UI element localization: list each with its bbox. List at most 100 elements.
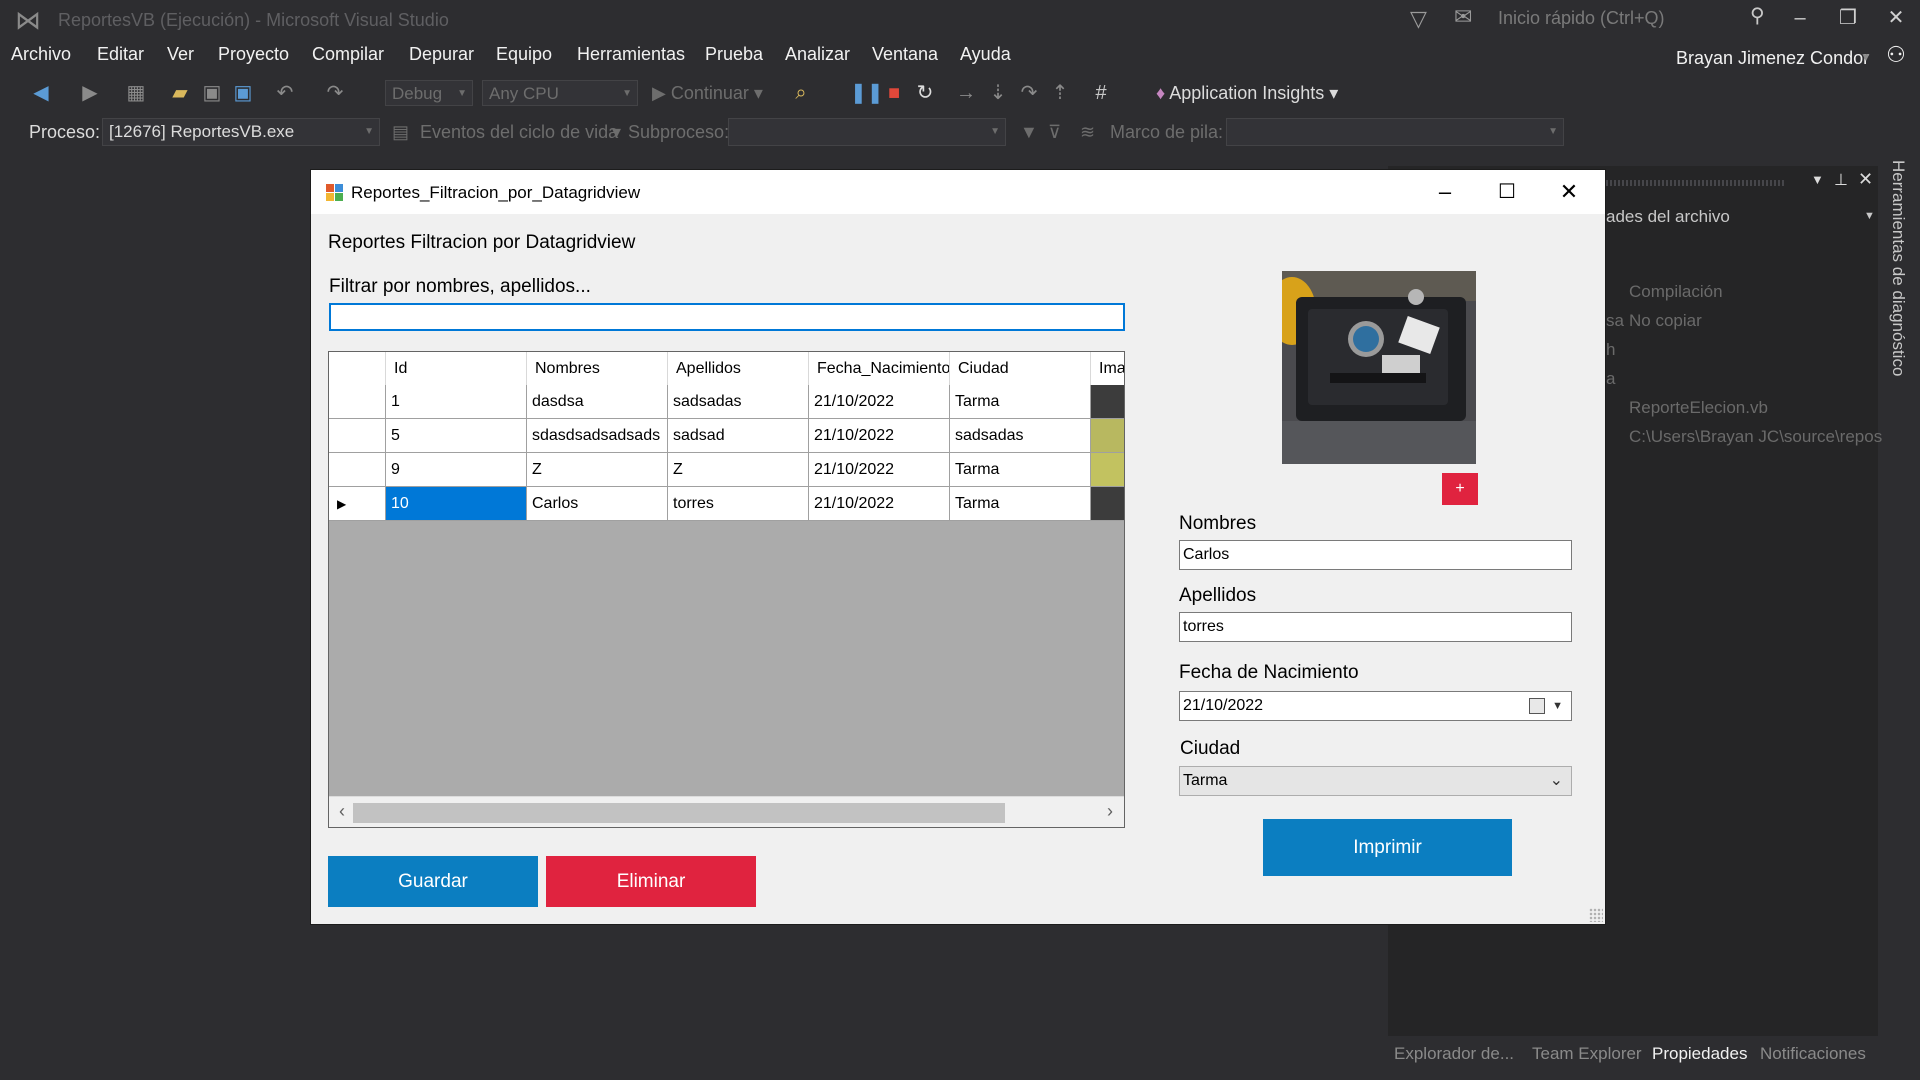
cell-nombres[interactable]: Carlos: [527, 487, 668, 521]
stack-frame-select[interactable]: ▼: [1226, 118, 1564, 146]
eliminar-button[interactable]: Eliminar: [546, 856, 756, 907]
grid-corner-header[interactable]: [329, 352, 386, 385]
guardar-button[interactable]: Guardar: [328, 856, 538, 907]
nombres-field[interactable]: Carlos: [1179, 540, 1572, 570]
redo-icon[interactable]: ↷: [322, 78, 348, 108]
menu-editar[interactable]: Editar: [97, 44, 144, 65]
menu-ventana[interactable]: Ventana: [872, 44, 938, 65]
column-header-ciudad[interactable]: Ciudad: [950, 352, 1091, 385]
current-row-marker-icon[interactable]: ▶: [329, 487, 386, 521]
cell-fecha[interactable]: 21/10/2022: [809, 385, 950, 419]
menu-ver[interactable]: Ver: [167, 44, 194, 65]
cell-apellidos[interactable]: sadsadas: [668, 385, 809, 419]
search-icon[interactable]: ⚲: [1750, 3, 1765, 28]
toggle-flag-icon[interactable]: ⊽: [1048, 122, 1061, 143]
continue-button[interactable]: ▶ Continuar ▾: [652, 78, 770, 108]
add-photo-button[interactable]: +: [1442, 473, 1478, 505]
feedback-icon[interactable]: ✉: [1454, 4, 1472, 30]
signed-in-user[interactable]: Brayan Jimenez Condor: [1676, 48, 1869, 69]
column-header-fecha-nacimiento[interactable]: Fecha_Nacimiento: [809, 352, 950, 385]
table-row-selected[interactable]: ▶ 10 Carlos torres 21/10/2022 Tarma: [329, 487, 1124, 521]
table-row[interactable]: 5 sdasdsadsadsads sadsad 21/10/2022 sads…: [329, 419, 1124, 453]
ciudad-select[interactable]: Tarma ⌄: [1179, 766, 1572, 796]
restart-icon[interactable]: ↻: [912, 78, 938, 108]
close-icon[interactable]: ✕: [1876, 4, 1916, 32]
scrollbar-thumb[interactable]: [353, 803, 1005, 823]
minimize-icon[interactable]: –: [1419, 176, 1471, 208]
quick-launch-input[interactable]: Inicio rápido (Ctrl+Q): [1490, 3, 1770, 33]
cell-nombres[interactable]: sdasdsadsadsads: [527, 419, 668, 453]
row-header[interactable]: [329, 453, 386, 487]
reportes-datagridview[interactable]: Id Nombres Apellidos Fecha_Nacimiento Ci…: [328, 351, 1125, 828]
cell-nombres[interactable]: Z: [527, 453, 668, 487]
menu-depurar[interactable]: Depurar: [409, 44, 474, 65]
cell-apellidos[interactable]: torres: [668, 487, 809, 521]
cell-ciudad[interactable]: Tarma: [950, 487, 1091, 521]
column-header-nombres[interactable]: Nombres: [527, 352, 668, 385]
calendar-icon[interactable]: [1529, 698, 1545, 714]
cell-ciudad[interactable]: Tarma: [950, 385, 1091, 419]
cell-fecha[interactable]: 21/10/2022: [809, 487, 950, 521]
menu-ayuda[interactable]: Ayuda: [960, 44, 1011, 65]
filter-input[interactable]: [329, 303, 1125, 331]
drag-grip[interactable]: [1606, 180, 1786, 186]
process-select[interactable]: [12676] ReportesVB.exe ▼: [102, 118, 380, 146]
menu-archivo[interactable]: Archivo: [11, 44, 71, 65]
property-copy-to-output[interactable]: No copiar: [1629, 311, 1702, 331]
solution-config-select[interactable]: Debug ▼: [385, 80, 473, 106]
close-icon[interactable]: ✕: [1543, 176, 1595, 208]
step-out-icon[interactable]: ⇡: [1048, 78, 1072, 108]
cell-fecha[interactable]: 21/10/2022: [809, 419, 950, 453]
properties-title[interactable]: ades del archivo: [1606, 207, 1730, 227]
pin-icon[interactable]: ⊥: [1834, 170, 1848, 190]
cell-id[interactable]: 1: [386, 385, 527, 419]
column-header-apellidos[interactable]: Apellidos: [668, 352, 809, 385]
cell-ciudad[interactable]: Tarma: [950, 453, 1091, 487]
table-row[interactable]: 9 Z Z 21/10/2022 Tarma: [329, 453, 1124, 487]
cell-apellidos[interactable]: Z: [668, 453, 809, 487]
chevron-down-icon[interactable]: ▼: [1860, 50, 1872, 64]
cell-image-thumbnail[interactable]: [1091, 419, 1124, 453]
menu-compilar[interactable]: Compilar: [312, 44, 384, 65]
chevron-down-icon[interactable]: ▼: [1811, 172, 1824, 187]
close-icon[interactable]: ✕: [1858, 169, 1873, 190]
platform-select[interactable]: Any CPU ▼: [482, 80, 638, 106]
diagnostics-tools-tab[interactable]: Herramientas de diagnóstico: [1882, 160, 1912, 420]
cell-id[interactable]: 9: [386, 453, 527, 487]
cell-apellidos[interactable]: sadsad: [668, 419, 809, 453]
application-insights-button[interactable]: ♦ Application Insights ▾: [1156, 78, 1376, 108]
show-next-statement-icon[interactable]: →: [954, 78, 978, 108]
menu-herramientas[interactable]: Herramientas: [577, 44, 685, 65]
tab-properties[interactable]: Propiedades: [1652, 1044, 1747, 1064]
fecha-nacimiento-picker[interactable]: 21/10/2022 ▼: [1179, 691, 1572, 721]
tab-team-explorer[interactable]: Team Explorer: [1532, 1044, 1642, 1064]
tab-notifications[interactable]: Notificaciones: [1760, 1044, 1866, 1064]
chevron-down-icon[interactable]: ▼: [1552, 692, 1563, 720]
minimize-icon[interactable]: –: [1780, 4, 1820, 32]
cell-id[interactable]: 5: [386, 419, 527, 453]
cell-image-thumbnail[interactable]: [1091, 487, 1124, 521]
column-header-id[interactable]: Id: [386, 352, 527, 385]
lifecycle-events-button[interactable]: Eventos del ciclo de vida: [420, 122, 618, 143]
stop-icon[interactable]: ■: [882, 78, 906, 108]
table-row[interactable]: 1 dasdsa sadsadas 21/10/2022 Tarma: [329, 385, 1124, 419]
apellidos-field[interactable]: torres: [1179, 612, 1572, 642]
find-icon[interactable]: ⌕: [788, 78, 814, 108]
column-header-imagen[interactable]: Ima: [1091, 352, 1124, 385]
cell-fecha[interactable]: 21/10/2022: [809, 453, 950, 487]
scroll-left-icon[interactable]: ‹: [333, 801, 351, 823]
tab-solution-explorer[interactable]: Explorador de...: [1394, 1044, 1514, 1064]
property-build-action[interactable]: Compilación: [1629, 282, 1723, 302]
save-icon[interactable]: ▣: [200, 78, 224, 108]
imprimir-button[interactable]: Imprimir: [1263, 819, 1512, 876]
restore-icon[interactable]: ❐: [1828, 4, 1868, 32]
cell-image-thumbnail[interactable]: [1091, 453, 1124, 487]
row-header[interactable]: [329, 419, 386, 453]
step-over-icon[interactable]: ↷: [1016, 78, 1042, 108]
back-icon[interactable]: ◀: [28, 78, 54, 108]
menu-analizar[interactable]: Analizar: [785, 44, 850, 65]
resize-grip-icon[interactable]: [1589, 908, 1603, 922]
step-into-icon[interactable]: ⇣: [986, 78, 1010, 108]
menu-equipo[interactable]: Equipo: [496, 44, 552, 65]
row-header[interactable]: [329, 385, 386, 419]
